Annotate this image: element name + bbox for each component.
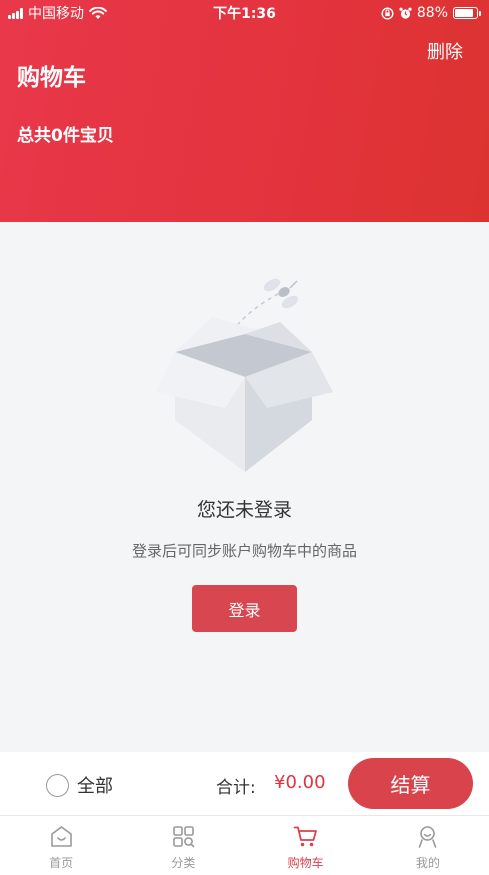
- tab-label: 分类: [171, 856, 196, 870]
- profile-icon: [419, 826, 437, 848]
- battery-icon: [453, 7, 481, 19]
- sum-label: 合计:: [216, 778, 256, 798]
- battery-percent: 88%: [416, 5, 448, 21]
- status-right: 88%: [381, 5, 481, 21]
- category-icon: [173, 826, 195, 848]
- page-title: 购物车: [17, 65, 86, 91]
- tab-home[interactable]: 首页: [0, 816, 122, 875]
- empty-box-illustration: [156, 278, 333, 472]
- select-all-label: 全部: [77, 776, 113, 797]
- header: 中国移动 下午1:36 88% 购物车 删除 总共0件宝贝: [0, 0, 489, 222]
- checkout-button[interactable]: 结算: [348, 758, 473, 809]
- empty-description: 登录后可同步账户购物车中的商品: [131, 542, 357, 560]
- tab-category[interactable]: 分类: [122, 816, 244, 875]
- battery-fill: [455, 9, 474, 17]
- select-all[interactable]: 全部: [46, 772, 113, 798]
- orientation-lock-icon: [381, 6, 394, 20]
- select-all-radio[interactable]: [46, 773, 69, 797]
- tab-label: 购物车: [287, 856, 324, 870]
- signal-icon: [8, 7, 23, 19]
- tab-label: 我的: [415, 856, 440, 870]
- wifi-icon: [89, 6, 107, 19]
- delete-button[interactable]: 删除: [427, 38, 463, 64]
- alarm-icon: [399, 7, 412, 19]
- status-left: 中国移动: [8, 3, 107, 23]
- tab-profile[interactable]: 我的: [367, 816, 489, 875]
- status-bar: 中国移动 下午1:36 88%: [0, 0, 489, 26]
- tab-label: 首页: [49, 856, 74, 870]
- cart-icon: [293, 826, 318, 847]
- login-button[interactable]: 登录: [192, 585, 297, 632]
- empty-title: 您还未登录: [196, 499, 292, 521]
- tab-bar: 首页 分类 购物车 我的: [0, 815, 489, 875]
- sum-value: ¥0.00: [274, 772, 326, 793]
- checkout-bar: 全部 合计: ¥0.00 结算: [0, 752, 489, 815]
- total-count: 总共0件宝贝: [17, 126, 114, 146]
- status-time: 下午1:36: [213, 6, 276, 22]
- carrier-label: 中国移动: [28, 6, 84, 22]
- bee-icon: [263, 278, 299, 309]
- tab-cart[interactable]: 购物车: [245, 816, 367, 875]
- home-icon: [50, 826, 72, 847]
